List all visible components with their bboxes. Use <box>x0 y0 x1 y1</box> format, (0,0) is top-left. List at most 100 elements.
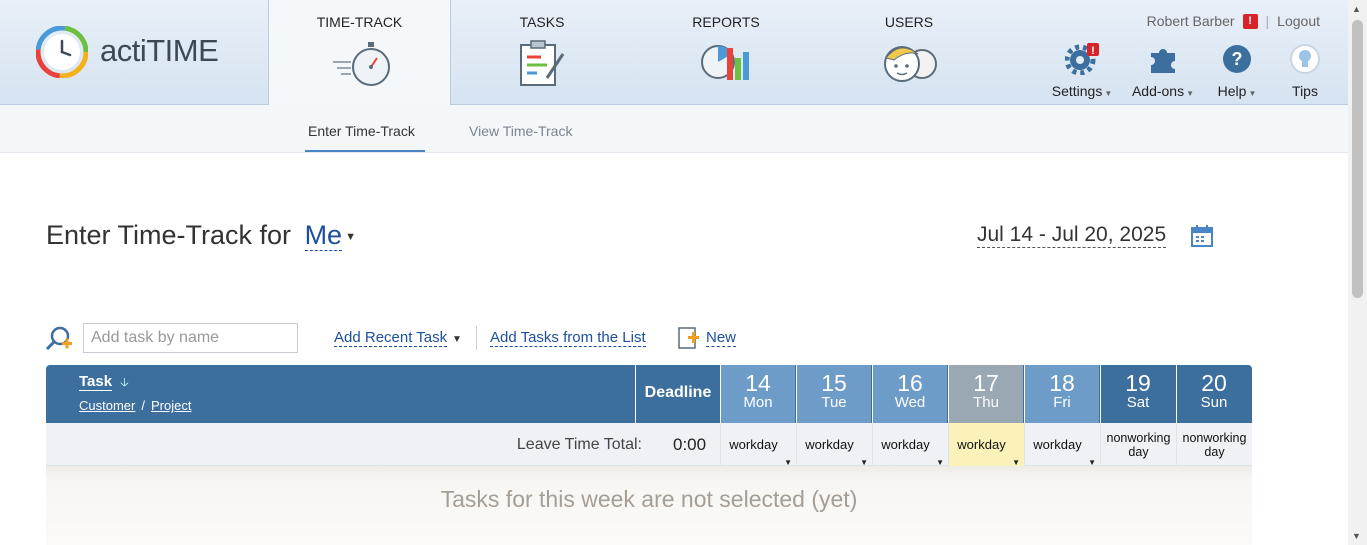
tab-time-track[interactable]: TIME-TRACK <box>268 0 451 106</box>
caret-down-icon[interactable]: ▼ <box>345 231 356 243</box>
user-selector[interactable]: Me <box>304 220 343 251</box>
add-tasks-from-list-button[interactable]: Add Tasks from the List <box>490 329 646 347</box>
day-header-sun: 20 Sun <box>1176 365 1251 423</box>
day-name: Thu <box>973 394 999 411</box>
addons-label: Add-ons <box>1131 83 1185 99</box>
day-number: 15 <box>821 370 847 396</box>
scroll-down-icon[interactable]: ▼ <box>1352 531 1361 541</box>
leave-time-row: Leave Time Total: 0:00 workday ▼ workday ▼… <box>46 423 1252 467</box>
page-title-prefix: Enter Time-Track for <box>46 220 292 250</box>
task-column-header: Task 🡣 Customer / Project <box>79 373 191 413</box>
day-number: 14 <box>745 370 771 396</box>
day-status-label: workday <box>881 437 930 452</box>
logout-link[interactable]: Logout <box>1277 13 1320 29</box>
user-name[interactable]: Robert Barber <box>1147 13 1235 29</box>
addons-menu[interactable]: Add-ons ▼ <box>1131 43 1195 99</box>
day-number: 16 <box>897 370 923 396</box>
page-title: Enter Time-Track for Me ▼ <box>46 220 356 251</box>
day-name: Tue <box>821 394 847 411</box>
lightbulb-icon <box>1290 44 1320 74</box>
reports-chart-icon <box>701 45 749 80</box>
subtab-enter-time-track[interactable]: Enter Time-Track <box>308 123 415 139</box>
day-status-tue[interactable]: workday ▼ <box>796 423 872 467</box>
project-sort-link[interactable]: Project <box>151 398 191 413</box>
day-status-mon[interactable]: workday ▼ <box>720 423 796 467</box>
day-status-label: workday <box>805 437 854 452</box>
day-header-mon: 14 Mon <box>720 365 795 423</box>
tab-tasks[interactable]: TASKS <box>452 0 632 105</box>
empty-state: Tasks for this week are not selected (ye… <box>46 466 1252 545</box>
tips-button[interactable]: Tips <box>1285 43 1325 99</box>
divider <box>476 326 477 350</box>
help-label: Help <box>1217 83 1247 99</box>
separator: / <box>141 398 145 413</box>
day-name: Fri <box>1053 394 1071 411</box>
day-number: 20 <box>1201 370 1227 396</box>
day-status-label: workday <box>729 437 778 452</box>
sort-down-icon[interactable]: 🡣 <box>120 375 129 389</box>
settings-menu[interactable]: ! Settings ▼ <box>1051 43 1113 99</box>
divider: | <box>1265 13 1270 29</box>
day-header-wed: 16 Wed <box>872 365 947 423</box>
day-status-sun: nonworking day <box>1176 423 1252 466</box>
tab-tasks-label: TASKS <box>519 14 565 30</box>
search-input[interactable] <box>83 323 298 353</box>
sub-navigation: Enter Time-Track View Time-Track <box>0 105 1348 153</box>
svg-text:!: ! <box>1091 45 1095 57</box>
deadline-column-header: Deadline <box>635 365 720 423</box>
stopwatch-icon <box>332 42 390 86</box>
svg-text:?: ? <box>1232 49 1243 69</box>
clock-logo-icon <box>36 26 88 78</box>
puzzle-icon <box>1151 49 1175 73</box>
tab-users[interactable]: USERS <box>818 0 1000 105</box>
scroll-up-icon[interactable]: ▲ <box>1352 4 1361 14</box>
tab-reports[interactable]: REPORTS <box>636 0 816 105</box>
customer-sort-link[interactable]: Customer <box>79 398 135 413</box>
search-add-icon[interactable] <box>45 325 73 353</box>
day-name: Sat <box>1126 394 1150 411</box>
day-status-thu[interactable]: workday ▼ <box>948 423 1024 467</box>
new-task-icon[interactable] <box>677 326 701 350</box>
task-sort-header[interactable]: Task <box>79 373 113 391</box>
tab-users-label: USERS <box>884 14 934 30</box>
tips-label: Tips <box>1292 83 1318 99</box>
users-icon <box>884 46 937 82</box>
logo[interactable]: actiTIME <box>0 0 269 105</box>
new-task-button[interactable]: New <box>706 329 737 347</box>
caret-down-icon[interactable]: ▼ <box>452 334 462 345</box>
day-status-wed[interactable]: workday ▼ <box>872 423 948 467</box>
day-number: 19 <box>1125 370 1151 396</box>
day-status-label: workday <box>957 437 1006 452</box>
day-number: 18 <box>1049 370 1075 396</box>
date-range-selector[interactable]: Jul 14 - Jul 20, 2025 <box>977 223 1167 248</box>
calendar-icon[interactable] <box>1190 224 1214 248</box>
leave-time-label: Leave Time Total: <box>516 436 642 453</box>
day-name: Mon <box>743 394 773 411</box>
timetrack-grid-header: Task 🡣 Customer / Project Deadline 14 Mon 1… <box>46 365 1252 423</box>
day-header-sat: 19 Sat <box>1100 365 1175 423</box>
day-status-fri[interactable]: workday ▼ <box>1024 423 1100 467</box>
settings-label: Settings <box>1051 83 1103 99</box>
chevron-down-icon: ▼ <box>1186 89 1195 98</box>
day-name: Wed <box>894 394 926 411</box>
subtab-view-time-track[interactable]: View Time-Track <box>469 123 572 139</box>
tab-time-track-label: TIME-TRACK <box>316 14 403 30</box>
chevron-down-icon: ▼ <box>1104 89 1113 98</box>
add-recent-task-button[interactable]: Add Recent Task <box>334 329 448 347</box>
active-subtab-indicator <box>305 150 425 152</box>
alert-icon[interactable]: ! <box>1242 13 1258 29</box>
help-menu[interactable]: ? Help ▼ <box>1214 43 1260 99</box>
day-header-tue: 15 Tue <box>796 365 871 423</box>
day-status-sat: nonworking day <box>1100 423 1176 466</box>
app-root: actiTIME TIME-TRACK TASKS REPORTS USERS … <box>0 0 1367 545</box>
leave-time-total: 0:00 <box>673 435 707 454</box>
logo-text: actiTIME <box>100 33 219 68</box>
user-info: Robert Barber ! | Logout <box>1147 13 1320 29</box>
gear-icon: ! <box>1064 43 1099 76</box>
scrollbar-thumb[interactable] <box>1352 20 1363 298</box>
empty-state-message: Tasks for this week are not selected (ye… <box>440 486 858 512</box>
page-scrollbar[interactable]: ▲ ▼ <box>1348 0 1367 545</box>
help-icon: ? <box>1223 45 1251 73</box>
day-header-thu: 17 Thu <box>948 365 1023 423</box>
clipboard-icon <box>520 40 565 86</box>
